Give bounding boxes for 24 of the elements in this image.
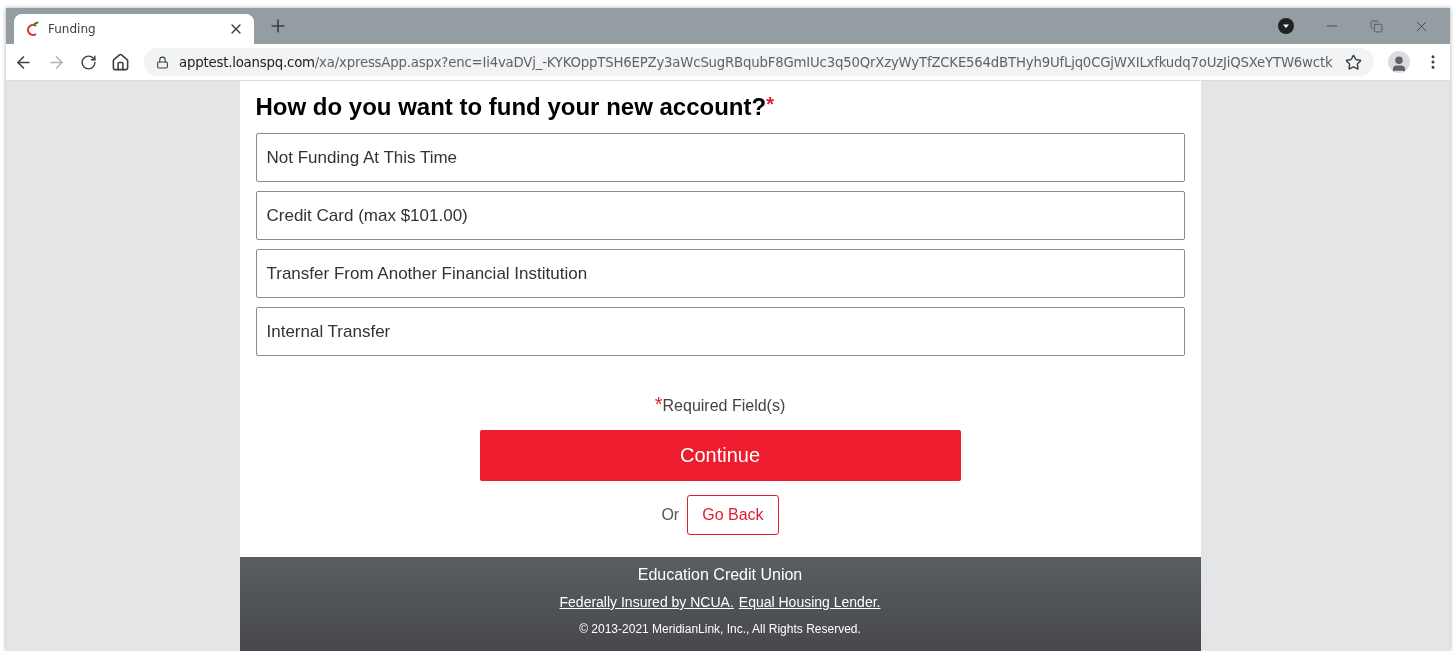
apple-icon [26, 21, 40, 37]
address-bar[interactable]: apptest.loanspq.com/xa/xpressApp.aspx?enc=Ii4vaDVj_-KYKOppTSH6EPZy3aWcSugRBqubF8GmIUc3q50QrXzyWyTfZCKE564dBTHyh9UfLjq0CGjWXILxfkudq7oUzJiQSXeYTW6wctk [144, 48, 1374, 76]
home-icon[interactable] [111, 52, 130, 72]
copyright-text: © 2013-2021 MeridianLink, Inc., All Rights Reserved. [579, 622, 861, 636]
star-icon[interactable] [1345, 53, 1362, 71]
dropdown-icon[interactable] [1278, 18, 1294, 34]
page-heading: How do you want to fund your new account?* [255, 93, 775, 121]
go-back-button[interactable]: Go Back [687, 495, 779, 535]
footer-link[interactable]: Equal Housing Lender. [738, 594, 881, 610]
footer-link[interactable]: Federally Insured by NCUA. [559, 594, 734, 610]
funding-option[interactable]: Not Funding At This Time [255, 133, 1185, 182]
profile-icon[interactable] [1388, 51, 1410, 73]
footer-title: Education Credit Union [637, 566, 803, 584]
browser-tab[interactable]: Funding [14, 14, 254, 44]
tab-title: Funding [48, 22, 97, 36]
continue-button[interactable]: Continue [479, 430, 961, 481]
funding-option[interactable]: Credit Card (max $101.00) [255, 191, 1185, 240]
or-text: Or [661, 506, 680, 524]
funding-option[interactable]: Transfer From Another Financial Institution [255, 249, 1185, 298]
url-text: apptest.loanspq.com/xa/xpressApp.aspx?enc=Ii4vaDVj_-KYKOppTSH6EPZy3aWcSugRBqubF8GmIUc3q50QrXzyWyTfZCKE564dBTHyh9UfLjq0CGjWXILxfkudq7oUzJiQSXeYTW6wctk [179, 54, 1334, 70]
lock-icon [156, 55, 169, 69]
funding-option[interactable]: Internal Transfer [255, 307, 1185, 356]
reload-icon[interactable] [80, 53, 97, 71]
required-note: *Required Field(s) [654, 393, 786, 416]
